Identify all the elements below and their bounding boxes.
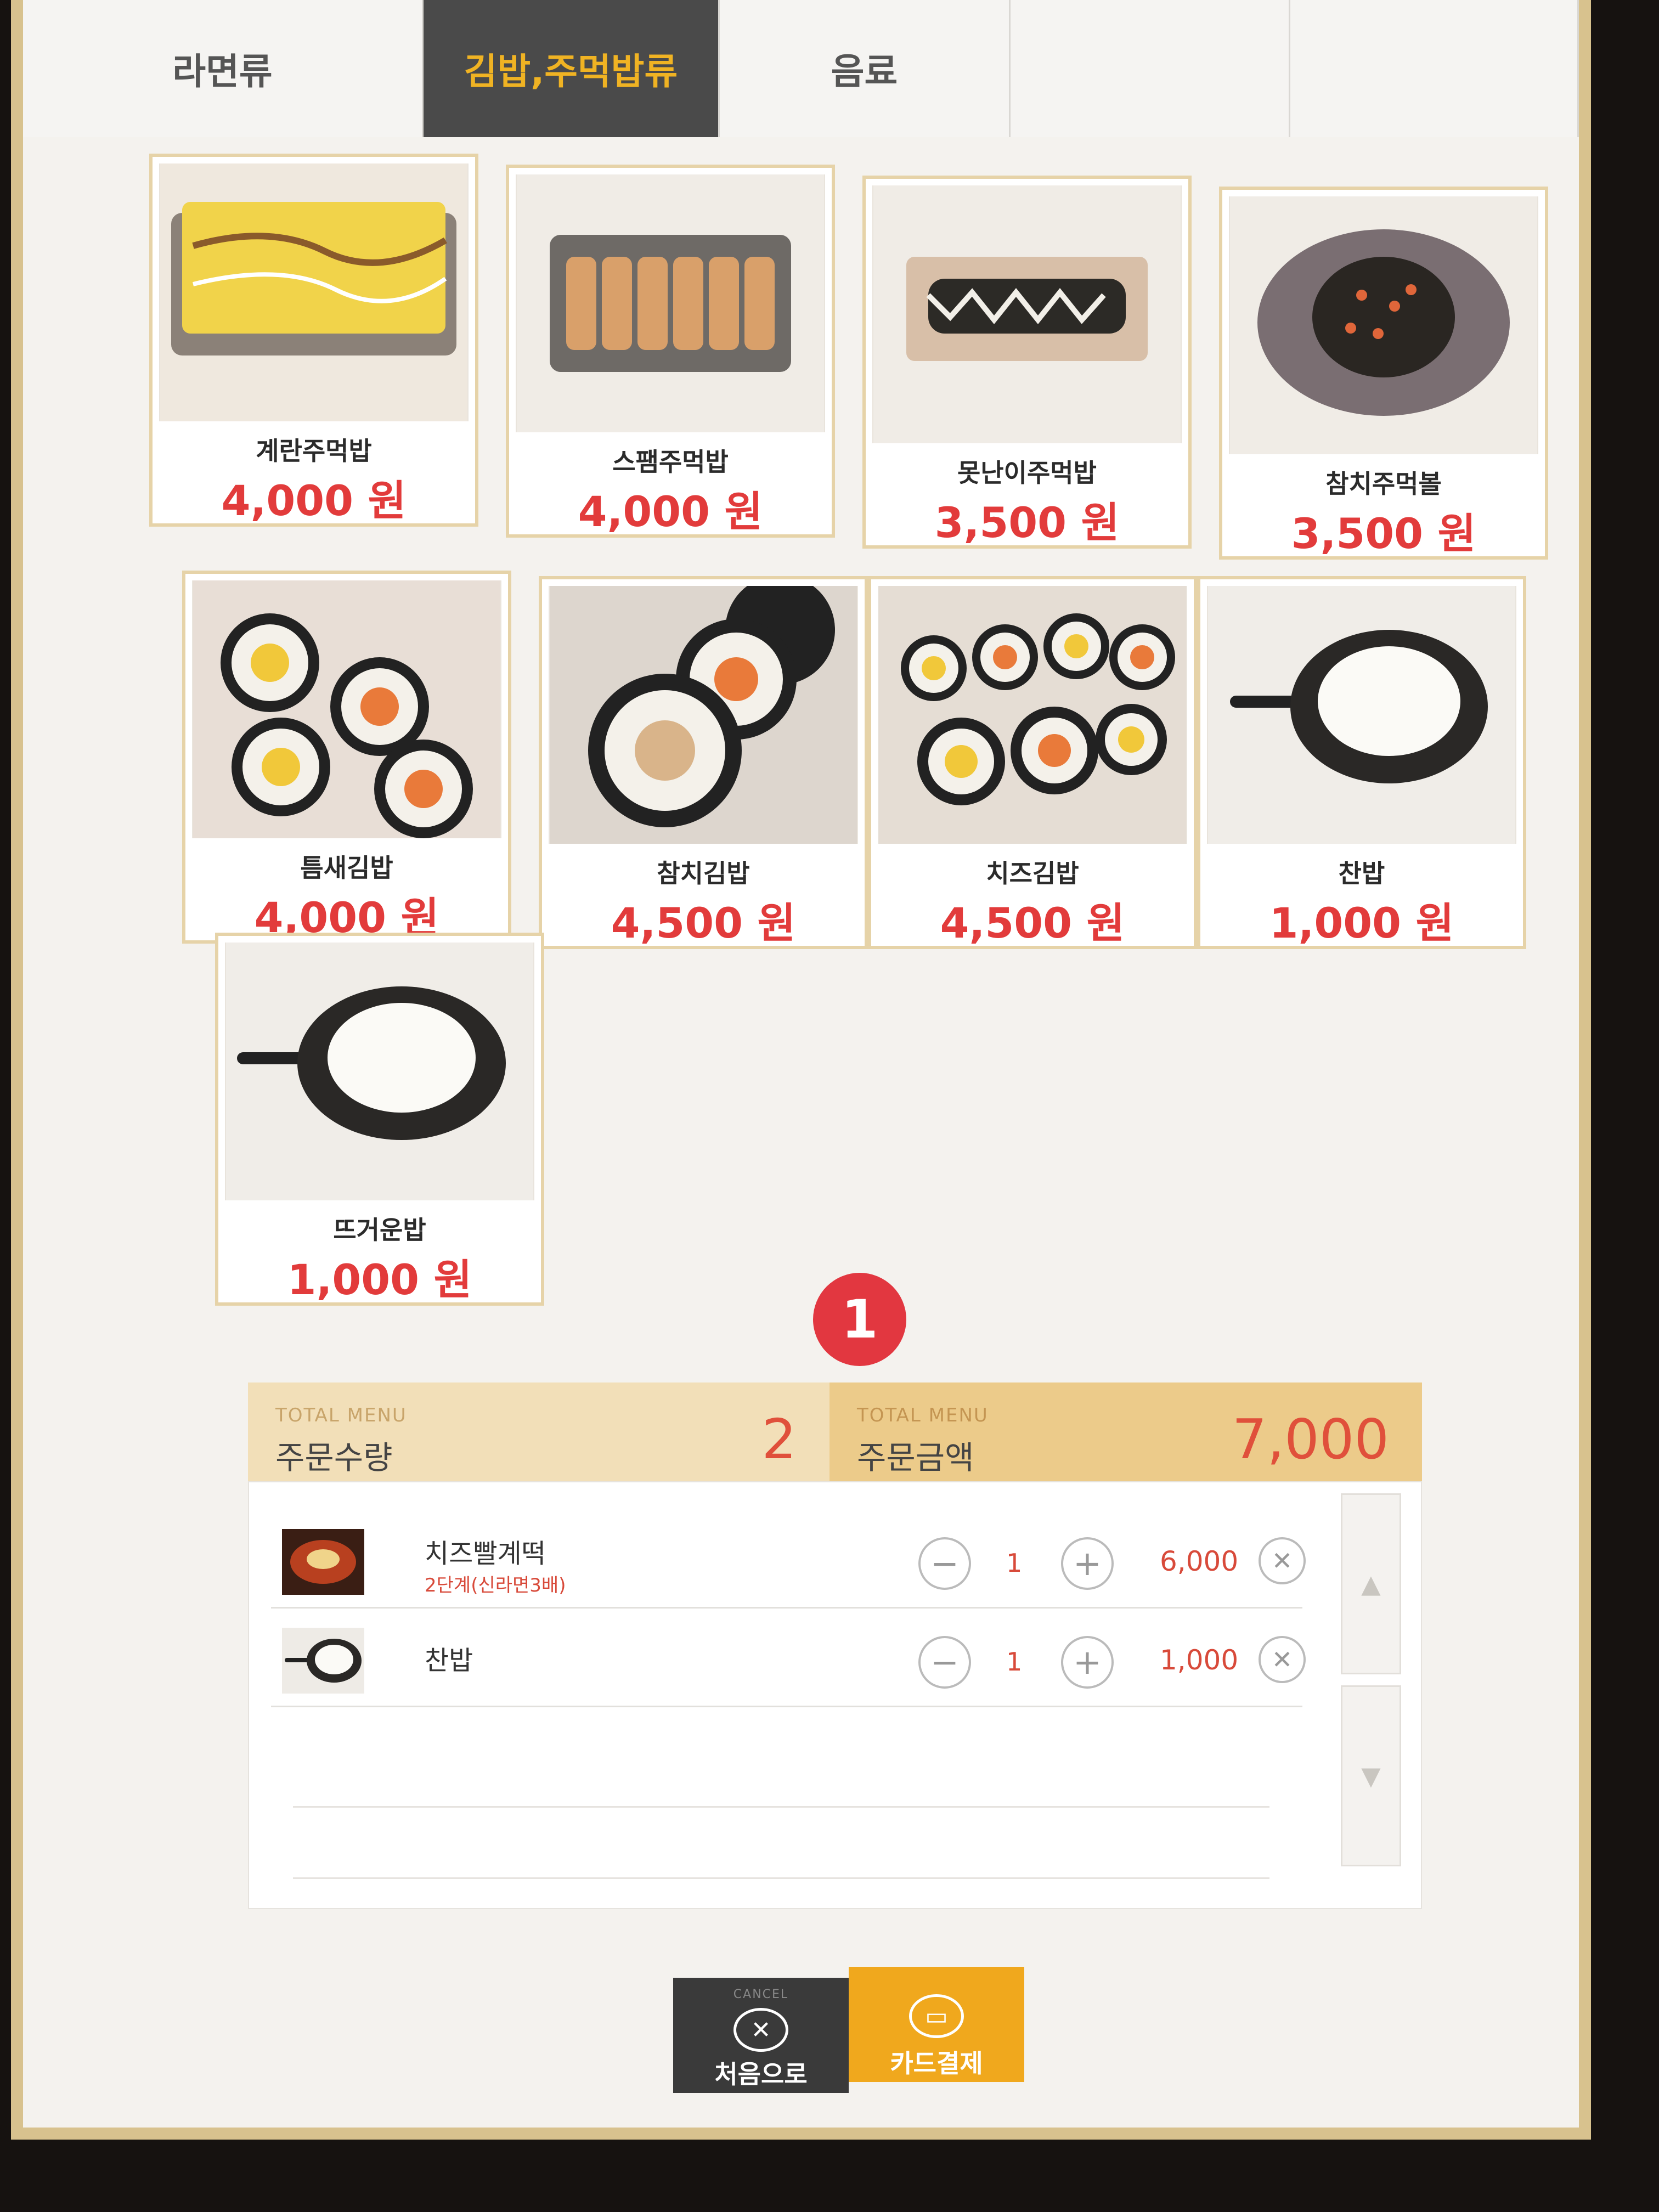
tab-empty-2[interactable] bbox=[1290, 0, 1579, 137]
increase-quantity-button[interactable]: + bbox=[1061, 1537, 1114, 1590]
menu-item-name: 치즈김밥 bbox=[986, 859, 1079, 888]
order-item-name: 찬밥 bbox=[425, 1645, 473, 1676]
page-indicator: 1 bbox=[813, 1273, 906, 1366]
menu-item[interactable]: 못난이주먹밥 3,500 원 bbox=[862, 176, 1192, 549]
menu-item-price: 4,500 원 bbox=[611, 899, 796, 947]
menu-item[interactable]: 치즈김밥 4,500 원 bbox=[868, 576, 1197, 949]
order-item-quantity: 1 bbox=[1006, 1548, 1023, 1578]
food-photo bbox=[225, 943, 534, 1200]
menu-item-name: 계란주먹밥 bbox=[256, 436, 372, 466]
tab-drinks[interactable]: 음료 bbox=[720, 0, 1011, 137]
cancel-label: 처음으로 bbox=[714, 2059, 808, 2089]
order-item-price: 1,000 bbox=[1160, 1644, 1239, 1676]
increase-quantity-button[interactable]: + bbox=[1061, 1636, 1114, 1689]
food-photo bbox=[1207, 586, 1516, 844]
total-amount-caption: TOTAL MENU bbox=[857, 1404, 989, 1426]
menu-item-name: 찬밥 bbox=[1338, 859, 1385, 888]
order-item-price: 6,000 bbox=[1160, 1545, 1239, 1577]
menu-item[interactable]: 뜨거운밥 1,000 원 bbox=[215, 933, 544, 1306]
menu-item-name: 뜨거운밥 bbox=[333, 1215, 426, 1245]
total-quantity-value: 2 bbox=[761, 1407, 797, 1471]
remove-item-button[interactable]: ✕ bbox=[1259, 1636, 1306, 1683]
menu-item-price: 1,000 원 bbox=[287, 1255, 472, 1304]
scroll-down-button[interactable]: ▼ bbox=[1341, 1685, 1401, 1866]
kiosk-screen: 라면류 김밥,주먹밥류 음료 계란주먹밥 4,000 원 스팸주먹밥 4,000… bbox=[11, 0, 1591, 2140]
card-payment-button[interactable]: ▭ 카드결제 bbox=[849, 1967, 1024, 2082]
cancel-caption: CANCEL bbox=[733, 1988, 789, 2001]
remove-item-button[interactable]: ✕ bbox=[1259, 1537, 1306, 1584]
empty-row-divider bbox=[293, 1806, 1269, 1808]
food-photo bbox=[549, 586, 858, 844]
total-quantity-caption: TOTAL MENU bbox=[275, 1404, 407, 1426]
menu-item[interactable]: 찬밥 1,000 원 bbox=[1197, 576, 1526, 949]
menu-item-name: 틈새김밥 bbox=[300, 853, 393, 883]
order-item-quantity: 1 bbox=[1006, 1647, 1023, 1677]
scroll-up-button[interactable]: ▲ bbox=[1341, 1493, 1401, 1674]
menu-item-price: 1,000 원 bbox=[1269, 899, 1454, 947]
menu-item[interactable]: 참치주먹볼 3,500 원 bbox=[1219, 187, 1548, 560]
order-list: 치즈빨계떡 2단계(신라면3배) − 1 + 6,000 ✕ 찬밥 − 1 + … bbox=[248, 1481, 1422, 1909]
food-photo bbox=[159, 163, 469, 421]
total-amount-value: 7,000 bbox=[1232, 1407, 1389, 1471]
total-quantity-label: 주문수량 bbox=[275, 1439, 393, 1476]
food-photo bbox=[1229, 196, 1538, 454]
tab-empty-1[interactable] bbox=[1011, 0, 1290, 137]
menu-item-name: 스팸주먹밥 bbox=[612, 447, 729, 477]
close-icon: ✕ bbox=[733, 2008, 788, 2052]
total-amount: TOTAL MENU 주문금액 7,000 bbox=[830, 1383, 1422, 1481]
menu-item[interactable]: 스팸주먹밥 4,000 원 bbox=[506, 165, 835, 538]
order-row: 치즈빨계떡 2단계(신라면3배) − 1 + 6,000 ✕ bbox=[271, 1515, 1306, 1609]
menu-item-price: 4,000 원 bbox=[578, 487, 763, 536]
order-item-name: 치즈빨계떡 bbox=[425, 1538, 546, 1569]
menu-item-price: 4,000 원 bbox=[221, 476, 407, 525]
food-photo bbox=[192, 580, 501, 838]
decrease-quantity-button[interactable]: − bbox=[918, 1537, 971, 1590]
food-photo bbox=[516, 174, 825, 432]
food-photo bbox=[878, 586, 1187, 844]
order-item-option: 2단계(신라면3배) bbox=[425, 1575, 566, 1596]
decrease-quantity-button[interactable]: − bbox=[918, 1636, 971, 1689]
order-item-thumbnail bbox=[282, 1529, 364, 1595]
menu-item[interactable]: 계란주먹밥 4,000 원 bbox=[149, 154, 478, 527]
card-icon: ▭ bbox=[909, 1994, 964, 2038]
menu-item-price: 3,500 원 bbox=[934, 498, 1120, 547]
food-photo bbox=[872, 185, 1182, 443]
menu-item-name: 참치주먹볼 bbox=[1325, 469, 1442, 499]
menu-item-name: 못난이주먹밥 bbox=[957, 458, 1097, 488]
menu-item-price: 3,500 원 bbox=[1291, 509, 1476, 558]
tab-gimbap[interactable]: 김밥,주먹밥류 bbox=[424, 0, 720, 137]
order-row: 찬밥 − 1 + 1,000 ✕ bbox=[271, 1614, 1306, 1707]
cancel-button[interactable]: CANCEL ✕ 처음으로 bbox=[673, 1978, 849, 2093]
order-item-thumbnail bbox=[282, 1628, 364, 1694]
order-totals: TOTAL MENU 주문수량 2 TOTAL MENU 주문금액 7,000 bbox=[248, 1383, 1422, 1481]
tab-ramen[interactable]: 라면류 bbox=[23, 0, 424, 137]
menu-item-price: 4,500 원 bbox=[940, 899, 1125, 947]
menu-item-name: 참치김밥 bbox=[657, 859, 750, 888]
total-quantity: TOTAL MENU 주문수량 2 bbox=[248, 1383, 830, 1481]
menu-item[interactable]: 틈새김밥 4,000 원 bbox=[182, 571, 511, 944]
total-amount-label: 주문금액 bbox=[857, 1439, 974, 1476]
empty-row-divider bbox=[293, 1877, 1269, 1879]
category-tabs: 라면류 김밥,주먹밥류 음료 bbox=[23, 0, 1579, 137]
card-payment-label: 카드결제 bbox=[890, 2049, 983, 2078]
menu-item[interactable]: 참치김밥 4,500 원 bbox=[539, 576, 868, 949]
